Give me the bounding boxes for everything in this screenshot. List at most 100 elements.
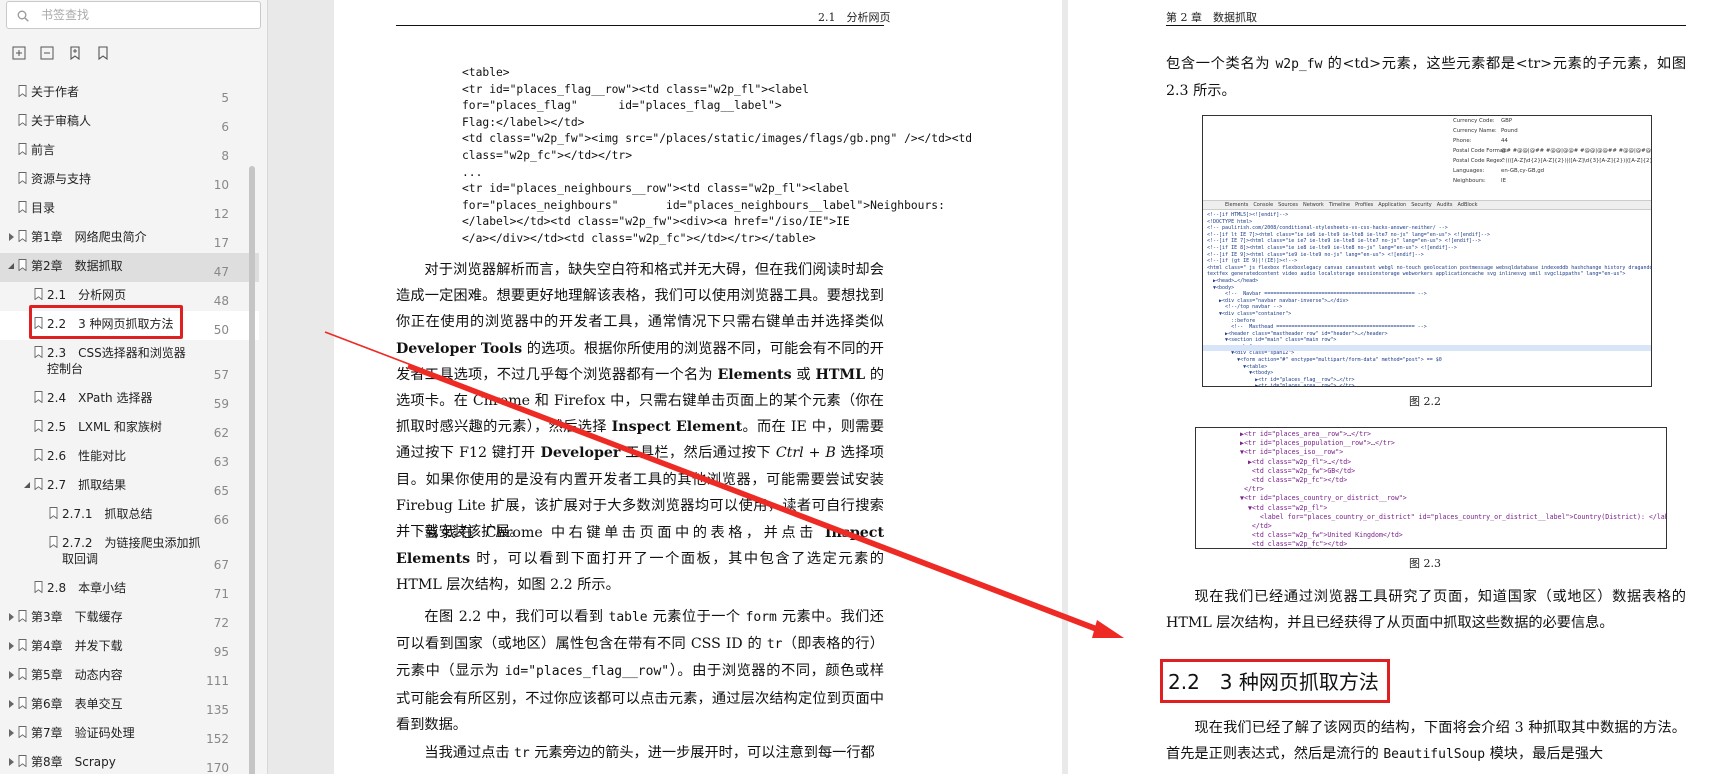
add-bookmark-icon bbox=[70, 46, 80, 60]
scrollbar-thumb[interactable] bbox=[249, 166, 255, 774]
bookmark-item[interactable]: 第4章 并发下载 95 bbox=[0, 633, 259, 662]
caret-right-icon[interactable] bbox=[7, 642, 15, 650]
bookmark-label: 第5章 动态内容 bbox=[31, 668, 123, 682]
sidebar-scrollbar[interactable] bbox=[244, 150, 258, 774]
devtools-tab[interactable]: Profiles bbox=[1355, 202, 1373, 208]
bookmark-item[interactable]: 第7章 验证码处理 152 bbox=[0, 720, 259, 749]
bookmark-item[interactable]: 2.1 分析网页 48 bbox=[0, 282, 259, 311]
country-field-row: Languages: en-GB,cy-GB,gd bbox=[1453, 168, 1651, 178]
devtools-tab[interactable]: Network bbox=[1303, 202, 1324, 208]
bookmark-item[interactable]: 第2章 数据抓取 47 bbox=[0, 253, 259, 282]
devtools-tab[interactable]: Elements bbox=[1225, 202, 1248, 208]
bookmark-page-number: 170 bbox=[206, 761, 229, 774]
dom-line: ▼<body> bbox=[1207, 284, 1235, 291]
bookmark-label: 关于作者 bbox=[31, 85, 80, 99]
bookmark-item[interactable]: 关于审稿人 6 bbox=[0, 108, 259, 137]
dom-line: ▼<div class="container"> bbox=[1207, 310, 1292, 317]
devtools-tabbar: Elements Console Sources Network Timeline Pro… bbox=[1203, 200, 1651, 210]
bookmark-item[interactable]: 2.7.1 抓取总结 66 bbox=[0, 501, 259, 530]
collapse-all-button[interactable] bbox=[38, 44, 56, 62]
bookmark-page-number: 57 bbox=[213, 368, 229, 382]
devtools-tab[interactable]: Security bbox=[1411, 202, 1432, 208]
devtools-tab[interactable]: Audits bbox=[1437, 202, 1453, 208]
field-value: en-GB,cy-GB,gd bbox=[1501, 168, 1545, 174]
bookmark-page-number: 111 bbox=[206, 674, 229, 688]
code-line: ... bbox=[462, 165, 483, 179]
devtools-tab[interactable]: Sources bbox=[1278, 202, 1298, 208]
code-line: <table> bbox=[462, 66, 510, 79]
caret-right-icon[interactable] bbox=[7, 700, 15, 708]
bookmark-page-number: 72 bbox=[213, 616, 229, 630]
devtools-dom-tree: ▶<tr id="places_area__row">…</tr> ▶<tr id… bbox=[1240, 430, 1666, 548]
dom-line: </td> bbox=[1240, 522, 1272, 531]
dom-line: <!--[if lt IE 7]><html class="ie ie6 ie-… bbox=[1207, 231, 1490, 238]
bookmark-label: 2.1 分析网页 bbox=[47, 288, 127, 302]
bookmark-icon bbox=[18, 172, 27, 184]
bookmark-item[interactable]: 目录 12 bbox=[0, 195, 259, 224]
bookmark-item[interactable]: 2.2 3 种网页抓取方法 50 bbox=[0, 311, 259, 340]
add-bookmark-button[interactable] bbox=[66, 44, 84, 62]
dom-line: ▼<div class="span12"> bbox=[1207, 350, 1295, 357]
devtools-tab[interactable]: Console bbox=[1253, 202, 1273, 208]
bookmark-icon bbox=[18, 259, 27, 271]
bookmark-search-input[interactable] bbox=[41, 5, 251, 25]
bookmark-icon bbox=[34, 391, 43, 403]
bookmark-icon bbox=[34, 346, 43, 358]
bookmark-icon bbox=[34, 288, 43, 300]
field-value: IE bbox=[1501, 178, 1506, 184]
devtools-tab[interactable]: AdBlock bbox=[1457, 202, 1477, 208]
section-heading: 2.2 3 种网页抓取方法 bbox=[1168, 670, 1379, 694]
bookmark-label: 第8章 Scrapy bbox=[31, 755, 116, 769]
bookmark-search-box[interactable] bbox=[6, 1, 261, 29]
devtools-tab[interactable]: Timeline bbox=[1329, 202, 1350, 208]
caret-right-icon[interactable] bbox=[7, 233, 15, 241]
dom-line: <!DOCTYPE html> bbox=[1207, 218, 1253, 225]
bookmark-item[interactable]: 第5章 动态内容 111 bbox=[0, 662, 259, 691]
bookmark-item[interactable]: 第3章 下载缓存 72 bbox=[0, 604, 259, 633]
delete-bookmark-button[interactable] bbox=[94, 44, 112, 62]
bookmark-item[interactable]: 关于作者 5 bbox=[0, 79, 259, 108]
bookmark-label: 2.4 XPath 选择器 bbox=[47, 391, 153, 405]
bookmark-label: 2.6 性能对比 bbox=[47, 449, 127, 463]
bookmark-page-number: 62 bbox=[213, 426, 229, 440]
bookmark-page-number: 59 bbox=[213, 397, 229, 411]
devtools-tab[interactable]: Application bbox=[1378, 202, 1406, 208]
bookmark-item[interactable]: 2.3 CSS选择器和浏览器控制台 57 bbox=[0, 340, 259, 385]
caret-right-icon[interactable] bbox=[7, 758, 15, 766]
bookmark-icon bbox=[18, 726, 27, 738]
bookmark-item[interactable]: 2.4 XPath 选择器 59 bbox=[0, 385, 259, 414]
bookmark-label: 2.7.1 抓取总结 bbox=[62, 507, 153, 521]
bookmark-item[interactable]: 2.5 LXML 和家族树 62 bbox=[0, 414, 259, 443]
field-label: Postal Code Regex: bbox=[1453, 158, 1505, 164]
dom-line: ▼<td class="w2p_fl"> bbox=[1240, 503, 1328, 512]
caret-down-icon[interactable] bbox=[23, 481, 31, 489]
bookmark-icon bbox=[18, 143, 27, 155]
bookmark-page-number: 6 bbox=[221, 120, 229, 134]
bookmark-item[interactable]: 前言 8 bbox=[0, 137, 259, 166]
bookmark-page-number: 135 bbox=[206, 703, 229, 717]
bookmark-item[interactable]: 2.6 性能对比 63 bbox=[0, 443, 259, 472]
dom-line: textfex generatedcontent video audio loc… bbox=[1207, 271, 1626, 278]
bookmark-item[interactable]: 第8章 Scrapy 170 bbox=[0, 749, 259, 774]
bookmark-item[interactable]: 2.7 抓取结果 65 bbox=[0, 472, 259, 501]
bookmark-icon bbox=[18, 610, 27, 622]
bookmark-item[interactable]: 第1章 网络爬虫简介 17 bbox=[0, 224, 259, 253]
country-field-row: Currency Name: Pound bbox=[1453, 128, 1651, 138]
dom-line: <!--[if IE 7]><html class="ie ie7 ie-lte… bbox=[1207, 238, 1481, 245]
code-line: </label></td><td class="w2p_fw"><div><a … bbox=[462, 215, 850, 229]
bookmark-label: 2.5 LXML 和家族树 bbox=[47, 420, 162, 434]
figure-2-2-devtools: Currency Code: GBP Currency Name: Pound Phon… bbox=[1202, 115, 1652, 387]
bookmark-item[interactable]: 2.8 本章小结 71 bbox=[0, 575, 259, 604]
caret-down-icon[interactable] bbox=[7, 262, 15, 270]
caret-right-icon[interactable] bbox=[7, 613, 15, 621]
caret-right-icon[interactable] bbox=[7, 671, 15, 679]
caret-right-icon[interactable] bbox=[7, 729, 15, 737]
bookmark-item[interactable]: 2.7.2 为链接爬虫添加抓取回调 67 bbox=[0, 530, 259, 575]
bookmark-item[interactable]: 资源与支持 10 bbox=[0, 166, 259, 195]
bookmark-item[interactable]: 第6章 表单交互 135 bbox=[0, 691, 259, 720]
country-field-row: Postal Code Format: @# #@@|@## #@@|@@# #@… bbox=[1453, 148, 1651, 158]
dom-line: <!--/top navbar --> bbox=[1207, 304, 1283, 311]
expand-all-button[interactable] bbox=[10, 44, 28, 62]
bookmark-icon bbox=[34, 478, 43, 490]
field-value: GBP bbox=[1501, 118, 1513, 124]
